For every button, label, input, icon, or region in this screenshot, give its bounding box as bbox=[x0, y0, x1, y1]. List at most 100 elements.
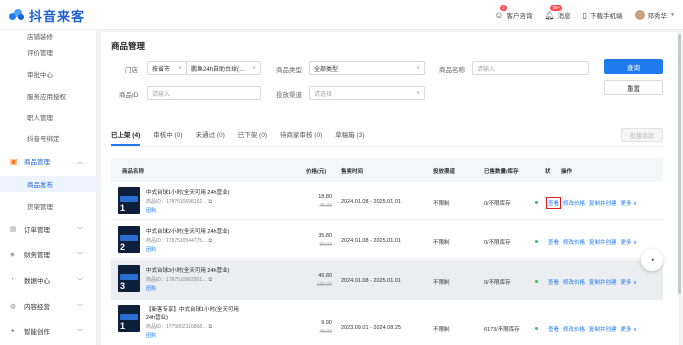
id-label: 商品ID bbox=[119, 92, 139, 99]
thumb-number: 1 bbox=[120, 203, 126, 213]
logo[interactable]: 抖音来客 bbox=[9, 6, 85, 24]
chevron-down-icon: ﹀ bbox=[76, 278, 83, 285]
finance-icon: ◈ bbox=[10, 250, 15, 258]
tab-rejected[interactable]: 未通过 (0) bbox=[196, 129, 225, 143]
sidebar-group-orders[interactable]: ▤ 订单管理 ﹀ bbox=[0, 222, 97, 236]
sale-time: 2023.09.01 - 2024.08.25 bbox=[341, 325, 401, 331]
view-link[interactable]: 查看 bbox=[548, 325, 559, 333]
edit-price-link[interactable]: 修改价格 bbox=[563, 278, 585, 286]
product-id-text: 商品ID：1787510663301… bbox=[146, 277, 208, 283]
product-name[interactable]: 中式台球3小时(全天可用 24h营业) bbox=[146, 266, 229, 274]
type-select[interactable]: 全部类型 ∨ bbox=[309, 61, 425, 75]
type-label: 商品类型 bbox=[276, 67, 302, 74]
sidebar-item-staff[interactable]: 职人管理 bbox=[0, 110, 97, 124]
sidebar-group-content[interactable]: ◍ 内容经营 ﹀ bbox=[0, 299, 97, 313]
sidebar-group-data[interactable]: ◔ 数据中心 ﹀ bbox=[0, 273, 97, 287]
product-thumbnail[interactable]: 1 bbox=[118, 187, 140, 214]
query-button[interactable]: 查询 bbox=[604, 59, 663, 74]
store-scope-select[interactable]: 按省市 ∨ bbox=[147, 61, 187, 75]
channel: 不限制 bbox=[433, 280, 450, 286]
messages-button[interactable]: 🔔︎ 99+ 消息 bbox=[544, 5, 571, 20]
col-channel: 投放渠道 bbox=[433, 169, 456, 175]
sidebar-item-publish[interactable]: 商品发布 bbox=[0, 176, 97, 192]
service-label: 客户咨询 bbox=[506, 13, 533, 20]
more-link[interactable]: 更多 ∨ bbox=[621, 278, 638, 286]
sidebar-item-shelf[interactable]: 货架管理 bbox=[0, 199, 97, 213]
price-cell: 9.90 45.00 bbox=[319, 320, 332, 335]
tab-drafts[interactable]: 草稿箱 (3) bbox=[335, 129, 364, 143]
ai-icon: ✦ bbox=[10, 327, 16, 335]
edit-price-link[interactable]: 修改价格 bbox=[563, 238, 585, 246]
store-select[interactable]: 鹏鱼24h自助台球(… ∨ bbox=[186, 61, 261, 75]
sidebar-group-label: 商品管理 bbox=[24, 159, 50, 166]
more-link[interactable]: 更多 ∨ bbox=[621, 325, 638, 333]
chevron-down-icon: ﹀ bbox=[76, 252, 83, 259]
view-link[interactable]: 查看 bbox=[548, 238, 559, 246]
product-thumbnail[interactable]: 1 bbox=[118, 305, 140, 332]
copy-icon[interactable]: ⧉ bbox=[209, 277, 213, 283]
product-tag: 团购 bbox=[146, 333, 157, 339]
copy-icon[interactable]: ⧉ bbox=[209, 238, 213, 244]
product-id-input[interactable]: 请输入 bbox=[147, 86, 261, 100]
edit-price-link[interactable]: 修改价格 bbox=[563, 199, 585, 207]
product-name[interactable]: 【新客专享】中式台球1小时(全天可用 24h营业) bbox=[146, 306, 246, 322]
reset-button[interactable]: 重置 bbox=[604, 80, 663, 95]
original-price: 45.00 bbox=[319, 203, 332, 209]
tab-reviewing[interactable]: 审核中 (0) bbox=[153, 129, 182, 143]
sidebar-group-finance[interactable]: ◈ 财务管理 ﹀ bbox=[0, 247, 97, 261]
tabs-divider bbox=[111, 146, 663, 147]
more-link[interactable]: 更多 ∨ bbox=[621, 238, 638, 246]
view-link[interactable]: 查看 bbox=[548, 278, 559, 286]
more-label: 更多 bbox=[620, 280, 632, 286]
customer-service-button[interactable]: ☺ 2 客户咨询 bbox=[494, 5, 533, 20]
sale-time: 2024.01.08 - 2025.01.01 bbox=[341, 278, 401, 284]
product-id: 商品ID：1775802316868… ⧉ bbox=[146, 323, 212, 330]
chevron-down-icon: ﹀ bbox=[76, 329, 83, 336]
channel: 不限制 bbox=[433, 240, 450, 246]
message-label: 消息 bbox=[557, 13, 571, 20]
product-thumbnail[interactable]: 2 bbox=[118, 226, 140, 253]
batch-button[interactable]: 批量商品 bbox=[621, 128, 663, 142]
col-time: 售卖时间 bbox=[341, 169, 364, 175]
status-dot bbox=[535, 280, 538, 283]
sidebar-item-approval[interactable]: 审批中心 bbox=[0, 67, 97, 81]
sidebar-item-app-auth[interactable]: 服务应用授权 bbox=[0, 89, 97, 103]
sidebar-item-douyin-bind[interactable]: 抖音号绑定 bbox=[0, 131, 97, 145]
top-bar: 抖音来客 ☺ 2 客户咨询 🔔︎ 99+ 消息 ▯ 下载手机端 邓秀华 ▼ bbox=[0, 0, 683, 30]
copy-create-link[interactable]: 复制并创建 bbox=[589, 278, 617, 286]
user-menu[interactable]: 邓秀华 ▼ bbox=[634, 10, 675, 20]
sale-time: 2024.01.08 - 2025.01.01 bbox=[341, 199, 401, 205]
copy-create-link[interactable]: 复制并创建 bbox=[589, 238, 617, 246]
sale-time: 2024.01.08 - 2025.01.01 bbox=[341, 238, 401, 244]
view-link[interactable]: 查看 bbox=[545, 197, 562, 209]
tab-merchant-review[interactable]: 待商家审核 (0) bbox=[280, 129, 322, 143]
product-name[interactable]: 中式台球1小时(全天可用 24h营业) bbox=[146, 188, 229, 196]
copy-icon[interactable]: ⧉ bbox=[209, 324, 213, 330]
more-label: 更多 bbox=[620, 240, 632, 246]
sidebar-item-reviews[interactable]: 评价管理 bbox=[0, 45, 97, 59]
channel-select[interactable]: 请选择 ∨ bbox=[309, 86, 425, 100]
tab-on-shelf[interactable]: 已上架 (4) bbox=[111, 129, 141, 146]
sidebar-group-ai[interactable]: ✦ 智能创作 ﹀ bbox=[0, 324, 97, 338]
product-thumbnail[interactable]: 3 bbox=[118, 265, 140, 292]
tab-off-shelf[interactable]: 已下架 (0) bbox=[238, 129, 267, 143]
edit-price-link[interactable]: 修改价格 bbox=[563, 325, 585, 333]
col-stock: 已售数量/库存 bbox=[484, 169, 519, 175]
more-link[interactable]: 更多 ∨ bbox=[621, 199, 638, 207]
product-name[interactable]: 中式台球2小时(全天可用 24h营业) bbox=[146, 227, 229, 235]
sidebar-group-label: 内容经营 bbox=[24, 304, 50, 311]
more-label: 更多 bbox=[620, 327, 632, 333]
copy-create-link[interactable]: 复制并创建 bbox=[589, 199, 617, 207]
sidebar-item-store-decor[interactable]: 店铺装修 bbox=[0, 29, 97, 43]
product-name-input[interactable]: 请输入 bbox=[472, 61, 589, 75]
copy-icon[interactable]: ⧉ bbox=[209, 199, 213, 205]
product-tag: 团购 bbox=[146, 286, 157, 292]
download-app-button[interactable]: ▯ 下载手机端 bbox=[583, 10, 623, 21]
content-icon: ◍ bbox=[10, 302, 16, 310]
main-area: 商品管理 门店 按省市 ∨ 鹏鱼24h自助台球(… ∨ 商品类型 全部类型 ∨ … bbox=[97, 30, 683, 345]
store-scope-value: 按省市 bbox=[152, 66, 171, 73]
support-float-button[interactable]: ◔ bbox=[641, 249, 663, 271]
copy-create-link[interactable]: 复制并创建 bbox=[589, 325, 617, 333]
sidebar-group-products[interactable]: ▣ 商品管理 ︿ bbox=[0, 153, 97, 169]
scrollbar[interactable] bbox=[678, 34, 681, 294]
